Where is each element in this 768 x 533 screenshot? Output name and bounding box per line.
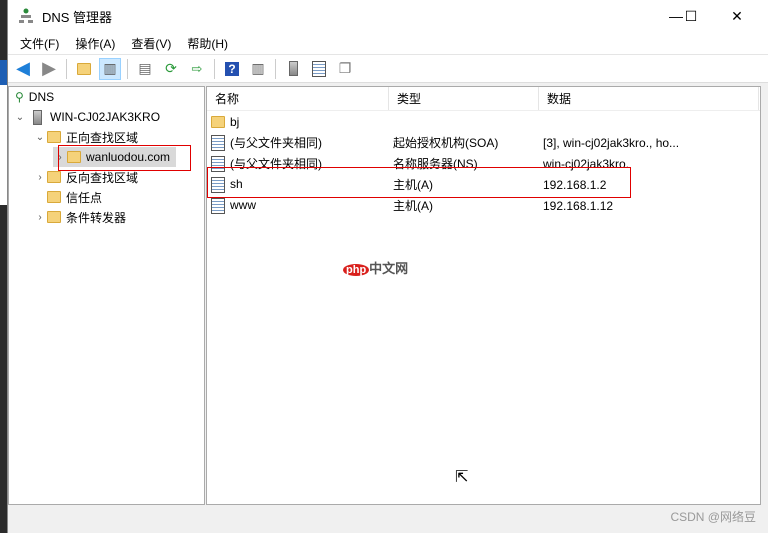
window-title: DNS 管理器 <box>42 9 113 25</box>
tree-label: 反向查找区域 <box>66 170 139 185</box>
chevron-right-icon[interactable]: › <box>33 172 47 183</box>
toolbar-separator <box>275 58 276 79</box>
tree-label: DNS <box>28 90 55 104</box>
list-header: 名称 类型 数据 <box>207 87 760 111</box>
menu-action[interactable]: 操作(A) <box>67 35 123 52</box>
dns-icon: ⚲ <box>15 90 24 104</box>
chevron-right-icon[interactable]: › <box>33 212 47 223</box>
tree-label: WIN-CJ02JAK3KRO <box>50 110 161 124</box>
row-name: (与父文件夹相同) <box>230 135 322 150</box>
tree-label: 条件转发器 <box>66 210 127 225</box>
row-name: bj <box>230 114 240 129</box>
tree-trust-points[interactable]: 信任点 <box>47 187 102 207</box>
highlight-box <box>207 167 631 198</box>
toolbar: ◀ ▶ ▥ ▤ ⟳ ⇨ ? ▥ ❐ <box>8 55 768 83</box>
action-pane-icon[interactable]: ▥ <box>247 58 269 80</box>
show-hide-tree-icon[interactable]: ▥ <box>99 57 121 80</box>
back-arrow-icon[interactable]: ◀ <box>12 58 34 80</box>
menu-view[interactable]: 查看(V) <box>123 35 179 52</box>
php-logo: php 中文网 <box>343 258 408 277</box>
status-bar <box>8 505 768 533</box>
dns-app-icon <box>19 8 33 23</box>
watermark: CSDN @网络豆 <box>670 510 756 524</box>
column-data[interactable]: 数据 <box>539 87 759 110</box>
folder-icon <box>211 116 225 129</box>
up-folder-icon[interactable] <box>73 58 95 80</box>
record-icon <box>211 135 225 152</box>
console-tree: ⚲ DNS ⌄ WIN-CJ02JAK3KRO ⌄ 正向查找区域 › wanluodou… <box>8 86 205 505</box>
tree-label: 信任点 <box>66 190 103 205</box>
chevron-down-icon[interactable]: ⌄ <box>33 132 47 143</box>
row-data: 192.168.1.12 <box>543 198 614 213</box>
export-list-icon[interactable]: ⇨ <box>186 58 208 80</box>
menu-file[interactable]: 文件(F) <box>12 35 67 52</box>
server-icon <box>33 109 42 125</box>
tree-label: 正向查找区域 <box>66 130 139 145</box>
column-type[interactable]: 类型 <box>389 87 539 110</box>
background-window <box>0 0 7 533</box>
tree-conditional-forwarders[interactable]: › 条件转发器 <box>33 207 126 227</box>
list-row[interactable]: (与父文件夹相同) 起始授权机构(SOA) [3], win-cj02jak3kro… <box>207 132 760 153</box>
title-bar: DNS 管理器 — ☐ ✕ <box>8 0 768 32</box>
row-type: 起始授权机构(SOA) <box>393 136 499 150</box>
toolbar-separator <box>214 58 215 79</box>
tree-server[interactable]: ⌄ WIN-CJ02JAK3KRO <box>13 107 160 127</box>
folder-icon <box>47 131 61 143</box>
forward-arrow-icon[interactable]: ▶ <box>38 58 60 80</box>
toolbar-separator <box>66 58 67 79</box>
folder-icon <box>47 191 61 203</box>
refresh-icon[interactable]: ⟳ <box>160 58 182 80</box>
menu-help[interactable]: 帮助(H) <box>179 35 236 52</box>
folder-icon <box>47 171 61 183</box>
server-icon[interactable] <box>282 58 304 80</box>
toolbar-separator <box>127 58 128 79</box>
list-row[interactable]: bj <box>207 111 760 132</box>
row-name: www <box>230 197 256 212</box>
mouse-cursor-icon: ⇱ <box>455 469 469 486</box>
list-row[interactable]: www 主机(A) 192.168.1.12 <box>207 195 760 216</box>
row-type: 主机(A) <box>393 199 433 213</box>
copy-icon[interactable]: ❐ <box>334 58 356 80</box>
highlight-box <box>58 145 191 171</box>
row-data: [3], win-cj02jak3kro., ho... <box>543 135 680 150</box>
list-icon[interactable] <box>308 58 330 80</box>
maximize-button[interactable]: ☐ <box>668 0 714 32</box>
record-list: 名称 类型 数据 bj (与父文件夹相同) 起始授权机构(SOA) [3], win… <box>206 86 761 505</box>
help-icon[interactable]: ? <box>221 58 243 80</box>
properties-icon[interactable]: ▤ <box>134 58 156 80</box>
menu-bar: 文件(F) 操作(A) 查看(V) 帮助(H) <box>8 32 768 55</box>
close-button[interactable]: ✕ <box>714 0 760 32</box>
record-icon <box>211 197 225 214</box>
tree-dns[interactable]: ⚲ DNS <box>15 87 54 107</box>
chevron-down-icon[interactable]: ⌄ <box>13 112 27 123</box>
tree-forward-zones[interactable]: ⌄ 正向查找区域 <box>33 127 138 147</box>
folder-icon <box>47 211 61 223</box>
column-name[interactable]: 名称 <box>207 87 389 110</box>
